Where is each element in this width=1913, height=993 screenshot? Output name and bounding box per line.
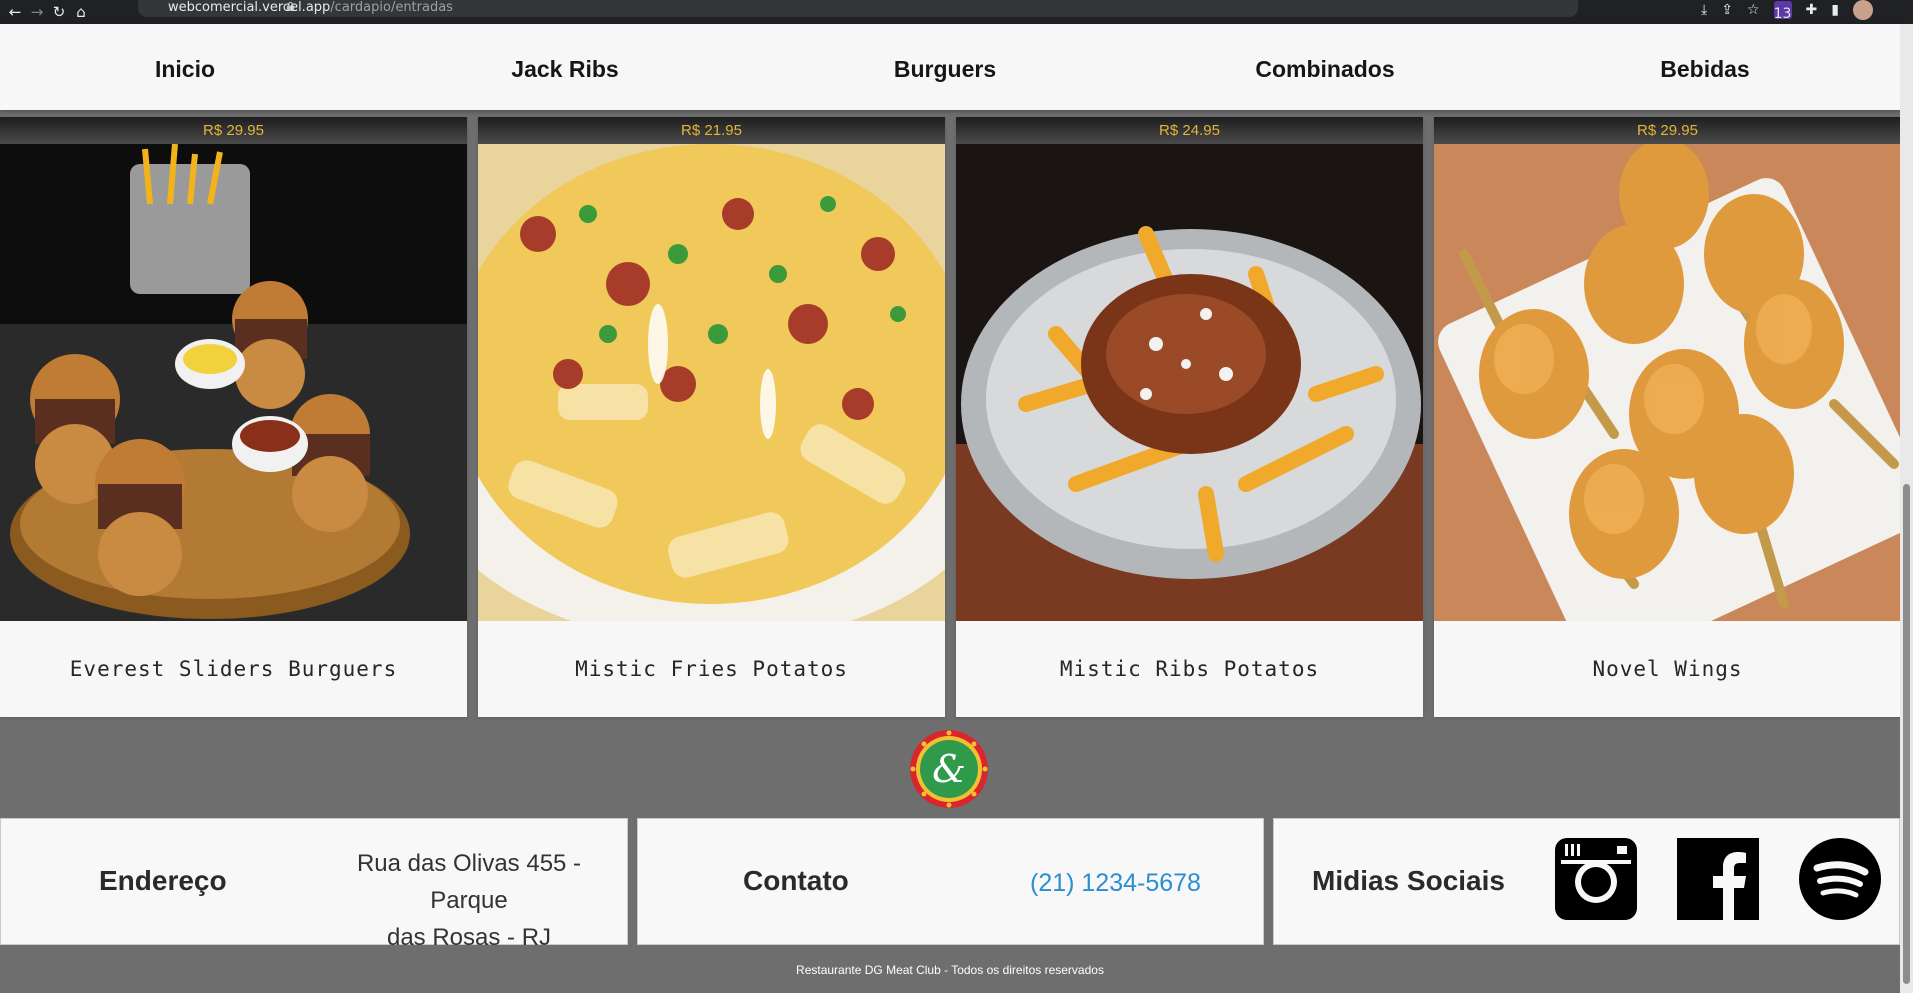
social-label: Midias Sociais (1312, 865, 1505, 896)
profile-avatar[interactable] (1853, 0, 1873, 20)
url-host: webcomercial.vercel.app (168, 0, 331, 15)
share-icon[interactable]: ⇪ (1721, 2, 1733, 18)
extension-badge-icon[interactable]: 13 (1773, 1, 1792, 22)
side-panel-icon[interactable]: ▮ (1831, 2, 1839, 18)
address-label: Endereço (99, 865, 227, 896)
product-price: R$ 29.95 (0, 117, 467, 144)
address-line-1: Rua das Olivas 455 - Parque (356, 850, 582, 914)
url-text: webcomercial.vercel.app/cardapio/entrada… (168, 0, 453, 16)
facebook-icon[interactable] (1677, 838, 1759, 920)
scrollbar-thumb[interactable] (1903, 484, 1910, 984)
back-icon[interactable]: ← (4, 3, 26, 21)
browser-tools: ⤓ ⇪ ☆ 13 ✚ ▮ (1701, 0, 1873, 22)
product-photo (0, 144, 467, 621)
nav-item-bebidas[interactable]: Bebidas (1515, 24, 1895, 110)
browser-nav-buttons: ← → ↻ ⌂ (4, 0, 92, 24)
product-card[interactable]: R$ 29.95 Everest Sliders Burguers (0, 117, 467, 717)
contact-box: Contato (21) 1234-5678 (637, 818, 1264, 945)
browser-toolbar: ← → ↻ ⌂ webcomercial.vercel.app/cardapio… (0, 0, 1913, 24)
contact-label: Contato (743, 865, 849, 896)
product-price: R$ 24.95 (956, 117, 1423, 144)
nav-item-inicio[interactable]: Inicio (0, 24, 375, 110)
copyright-text: Restaurante DG Meat Club - Todos os dire… (796, 963, 1104, 977)
product-photo (478, 144, 945, 621)
forward-icon[interactable]: → (26, 3, 48, 21)
home-icon[interactable]: ⌂ (70, 3, 92, 21)
social-box: Midias Sociais (1273, 818, 1900, 945)
product-price: R$ 29.95 (1434, 117, 1901, 144)
restaurant-logo[interactable]: & (909, 729, 989, 809)
download-icon[interactable]: ⤓ (1701, 2, 1707, 18)
address-box: Endereço Rua das Olivas 455 - Parque das… (0, 818, 628, 951)
product-card[interactable]: R$ 24.95 Mistic Ribs Potatos (956, 117, 1423, 717)
extensions-puzzle-icon[interactable]: ✚ (1806, 2, 1818, 18)
instagram-icon[interactable] (1555, 838, 1637, 920)
phone-link[interactable]: (21) 1234-5678 (1030, 869, 1201, 898)
spotify-icon[interactable] (1799, 838, 1881, 920)
product-name: Mistic Fries Potatos (575, 657, 848, 681)
address-line-2: das Rosas - RJ (386, 924, 552, 951)
main-nav: Inicio Jack Ribs Burguers Combinados Beb… (0, 24, 1900, 110)
nav-item-combinados[interactable]: Combinados (1135, 24, 1515, 110)
nav-item-burguers[interactable]: Burguers (755, 24, 1135, 110)
page-scrollbar[interactable] (1900, 24, 1913, 993)
address-text: Rua das Olivas 455 - Parque das Rosas - … (319, 845, 619, 956)
nav-item-jack-ribs[interactable]: Jack Ribs (375, 24, 755, 110)
bookmark-star-icon[interactable]: ☆ (1747, 2, 1760, 18)
product-name: Everest Sliders Burguers (69, 657, 398, 681)
product-photo (1434, 144, 1901, 621)
url-path: /cardapio/entradas (330, 0, 453, 15)
product-name: Novel Wings (1592, 657, 1743, 681)
reload-icon[interactable]: ↻ (48, 3, 70, 21)
logo-mark: & (932, 747, 966, 791)
product-price: R$ 21.95 (478, 117, 945, 144)
product-name: Mistic Ribs Potatos (1059, 657, 1320, 681)
product-photo (956, 144, 1423, 621)
product-card[interactable]: R$ 29.95 Novel Wings (1434, 117, 1901, 717)
product-card[interactable]: R$ 21.95 Mistic Fries Potatos (478, 117, 945, 717)
